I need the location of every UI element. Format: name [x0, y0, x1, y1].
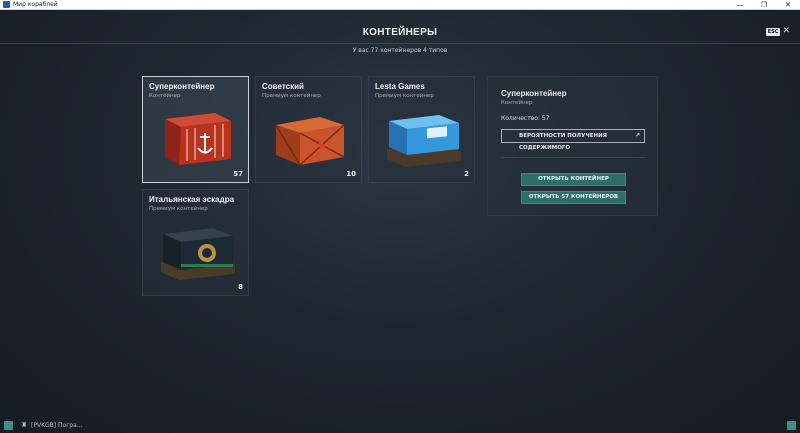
drop-probabilities-button[interactable]: ВЕРОЯТНОСТИ ПОЛУЧЕНИЯ СОДЕРЖИМОГО ↗ [501, 129, 645, 151]
container-card-italian[interactable]: Итальянская эскадра Премиум контейнер 8 [142, 189, 249, 296]
container-type: Контейнер [149, 93, 181, 99]
open-container-button[interactable]: ОТКРЫТЬ КОНТЕЙНЕР [521, 173, 626, 186]
header-divider [0, 43, 800, 44]
detail-quantity: Количество: 57 [501, 115, 550, 122]
external-link-icon: ↗ [634, 132, 640, 139]
lesta-crate-icon [387, 115, 461, 167]
anchor-crate-icon [165, 113, 231, 165]
open-all-containers-button[interactable]: ОТКРЫТЬ 57 КОНТЕЙНЕРОВ [521, 191, 626, 204]
maximize-button[interactable]: ❐ [752, 0, 776, 10]
container-count: 10 [346, 170, 356, 178]
container-card-lesta[interactable]: Lesta Games Премиум контейнер 2 [368, 76, 475, 183]
detail-type: Контейнер [501, 100, 533, 106]
container-name: Итальянская эскадра [149, 195, 235, 204]
minimize-button[interactable]: — [728, 0, 752, 10]
container-card-soviet[interactable]: Советский Премиум контейнер 10 [255, 76, 362, 183]
container-count: 2 [464, 170, 469, 178]
container-type: Премиум контейнер [149, 206, 208, 212]
container-name: Lesta Games [375, 82, 425, 91]
soviet-crate-icon [275, 117, 345, 166]
clan-name[interactable]: [PVKGB] Погра... [31, 422, 83, 429]
esc-key-badge: ESC [765, 27, 781, 36]
app-icon [3, 1, 10, 8]
notification-bell-icon[interactable] [787, 421, 796, 430]
container-count: 8 [238, 283, 243, 291]
chat-icon[interactable] [4, 421, 13, 430]
container-name: Советский [262, 82, 304, 91]
detail-title: Суперконтейнер [501, 89, 567, 98]
close-icon[interactable]: ✕ [782, 27, 790, 36]
page-title: КОНТЕЙНЕРЫ [362, 27, 438, 38]
clan-icon: ♜ [21, 421, 28, 429]
container-detail-panel: Суперконтейнер Контейнер Количество: 57 … [487, 76, 658, 216]
drop-probabilities-label: ВЕРОЯТНОСТИ ПОЛУЧЕНИЯ СОДЕРЖИМОГО [519, 133, 607, 151]
containers-summary: У вас 77 контейнеров 4 типов [352, 47, 448, 54]
detail-divider [501, 157, 645, 158]
footer-bar: ♜ [PVKGB] Погра... [0, 419, 800, 433]
container-name: Суперконтейнер [149, 82, 215, 91]
container-type: Премиум контейнер [262, 93, 321, 99]
window-title: Мир кораблей [13, 1, 58, 8]
container-count: 57 [233, 170, 243, 178]
container-card-super[interactable]: Суперконтейнер Контейнер 57 [142, 76, 249, 183]
container-type: Премиум контейнер [375, 93, 434, 99]
window-close-button[interactable]: ✕ [776, 0, 800, 10]
italian-crate-icon [161, 228, 235, 280]
window-titlebar: Мир кораблей — ❐ ✕ [0, 0, 800, 10]
window-controls: — ❐ ✕ [728, 0, 800, 10]
close-screen-button[interactable]: ESC ✕ [765, 27, 790, 36]
